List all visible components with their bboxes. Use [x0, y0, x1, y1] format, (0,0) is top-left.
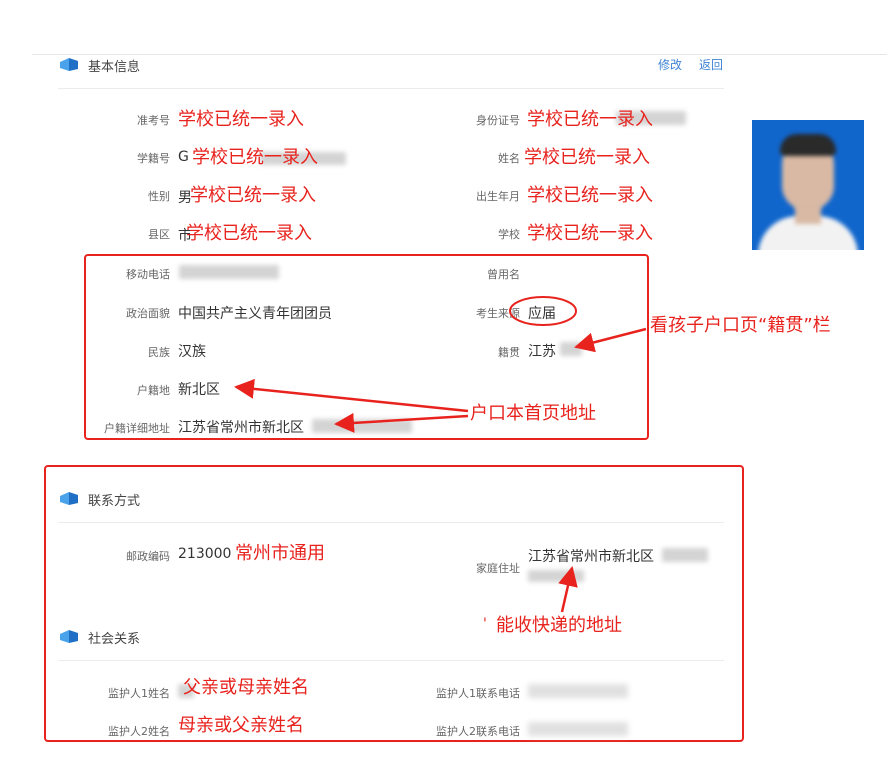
- source-circle: [509, 296, 577, 326]
- annotation-overlay: [234, 296, 647, 613]
- address-annotation: 能收快递的地址: [496, 615, 622, 636]
- hukou-arrow: [234, 378, 469, 413]
- hukou-annotation: 户口本首页地址: [470, 403, 596, 424]
- hukou-address-arrow: [334, 412, 469, 433]
- native-annotation: 看孩子户口页“籍贯”栏: [650, 315, 831, 336]
- native-arrow: [574, 327, 647, 353]
- address-annotation-dot: ': [483, 616, 487, 632]
- home-address-arrow: [558, 566, 578, 613]
